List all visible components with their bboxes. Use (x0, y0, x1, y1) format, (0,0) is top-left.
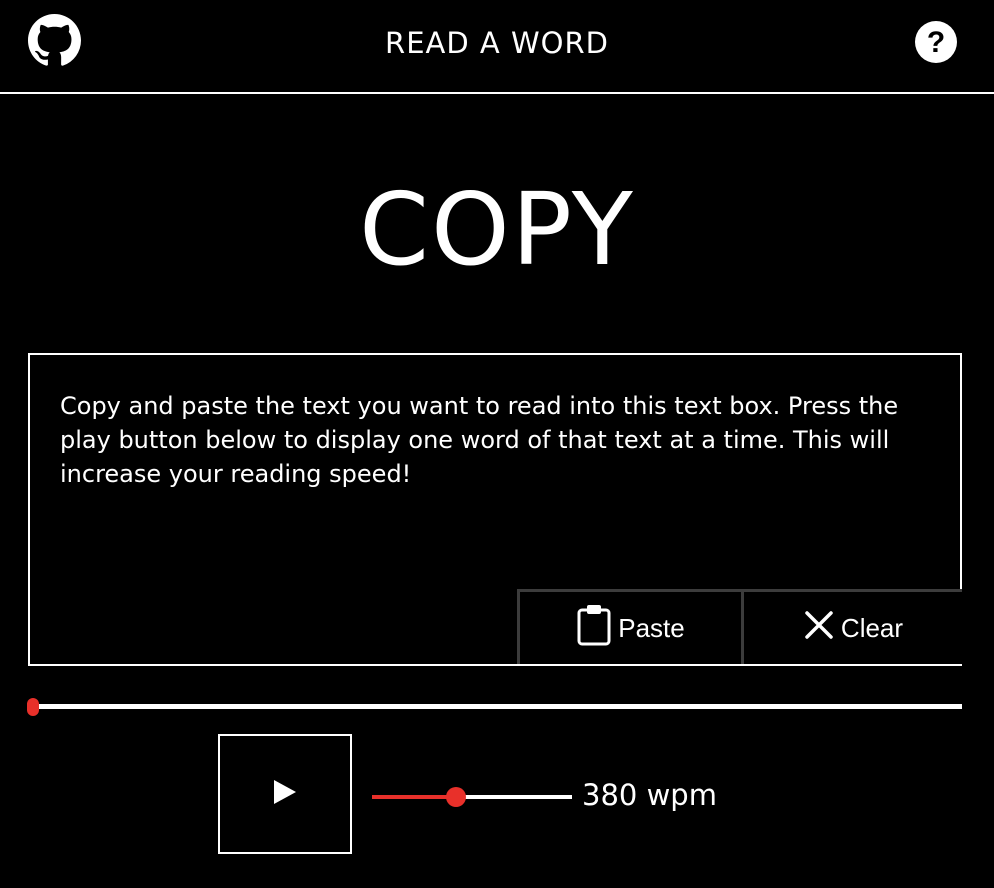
header: READ A WORD ? (0, 0, 994, 94)
text-input[interactable]: Copy and paste the text you want to read… (60, 389, 920, 491)
speed-slider-thumb[interactable] (446, 787, 466, 807)
clear-label: Clear (840, 612, 904, 643)
speed-slider-fill (372, 795, 456, 799)
current-word-display: COPY (359, 171, 635, 288)
progress-thumb[interactable] (27, 698, 39, 716)
speed-label: 380 wpm (582, 778, 717, 812)
paste-label: Paste (618, 612, 685, 643)
play-button[interactable] (218, 734, 352, 854)
clipboard-icon (576, 604, 618, 653)
progress-track[interactable] (32, 704, 962, 709)
svg-text:?: ? (927, 26, 945, 59)
help-circle-icon[interactable]: ? (914, 20, 958, 64)
close-icon (803, 609, 841, 648)
clear-button[interactable]: Clear (741, 589, 962, 664)
play-icon (272, 778, 298, 810)
app-title: READ A WORD (385, 26, 609, 60)
text-input-box: Copy and paste the text you want to read… (28, 353, 962, 666)
paste-button[interactable]: Paste (517, 589, 741, 664)
app-root: READ A WORD ? COPY Copy and paste the te… (0, 0, 994, 888)
